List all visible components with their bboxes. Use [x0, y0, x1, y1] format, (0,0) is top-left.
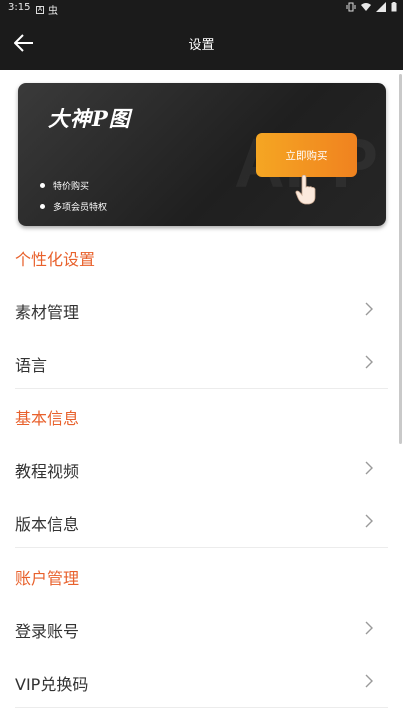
feature-label: 特价购买 [53, 182, 90, 192]
section-title-account: 账户管理 [15, 569, 80, 588]
status-bar: 3:15 A 虫 [0, 0, 403, 17]
pointing-hand-icon [295, 175, 316, 205]
list-item-label: 版本信息 [15, 515, 80, 534]
bullet-icon [40, 183, 45, 188]
chevron-right-icon [365, 514, 373, 528]
notification-bug-icon: 虫 [48, 6, 58, 17]
scrollbar[interactable] [399, 74, 402, 444]
section-divider [15, 547, 388, 548]
bullet-icon [40, 204, 45, 209]
chevron-right-icon [365, 355, 373, 369]
list-item-vip-redeem-code[interactable]: VIP兑换码 [0, 656, 403, 708]
notification-icons: A 虫 [36, 2, 58, 17]
list-item-tutorial-video[interactable]: 教程视频 [0, 443, 403, 495]
page-title: 设置 [188, 38, 215, 53]
list-item-label: 教程视频 [15, 462, 80, 481]
list-item-language[interactable]: 语言 [0, 337, 403, 389]
list-item-label: 登录账号 [15, 622, 80, 641]
vip-banner[interactable]: APP 大神P图 特价购买 多项会员特权 立即购买 [18, 83, 386, 226]
feature-item: 多项会员特权 [40, 200, 107, 213]
list-item-label: VIP兑换码 [15, 675, 89, 694]
section-divider [15, 388, 388, 389]
notification-a-icon: A [36, 5, 44, 14]
section-title-personalization: 个性化设置 [15, 250, 96, 269]
section-divider [15, 707, 388, 708]
chevron-right-icon [365, 461, 373, 475]
list-item-label: 素材管理 [15, 303, 80, 322]
buy-now-button[interactable]: 立即购买 [256, 133, 357, 177]
chevron-right-icon [365, 302, 373, 316]
app-logo: 大神P图 [48, 106, 131, 131]
signal-icon [376, 2, 386, 12]
chevron-right-icon [365, 674, 373, 688]
feature-item: 特价购买 [40, 179, 89, 192]
status-time: 3:15 [8, 2, 31, 13]
list-item-label: 语言 [15, 356, 48, 375]
chevron-right-icon [365, 621, 373, 635]
section-title-basic-info: 基本信息 [15, 409, 80, 428]
feature-label: 多项会员特权 [53, 203, 108, 213]
status-right-icons [346, 2, 397, 12]
list-item-material-management[interactable]: 素材管理 [0, 284, 403, 336]
app-bar: 设置 [0, 16, 403, 70]
wifi-icon [361, 3, 371, 11]
list-item-version-info[interactable]: 版本信息 [0, 496, 403, 548]
battery-icon [391, 2, 397, 12]
vibrate-icon [346, 2, 356, 12]
list-item-login-account[interactable]: 登录账号 [0, 603, 403, 655]
